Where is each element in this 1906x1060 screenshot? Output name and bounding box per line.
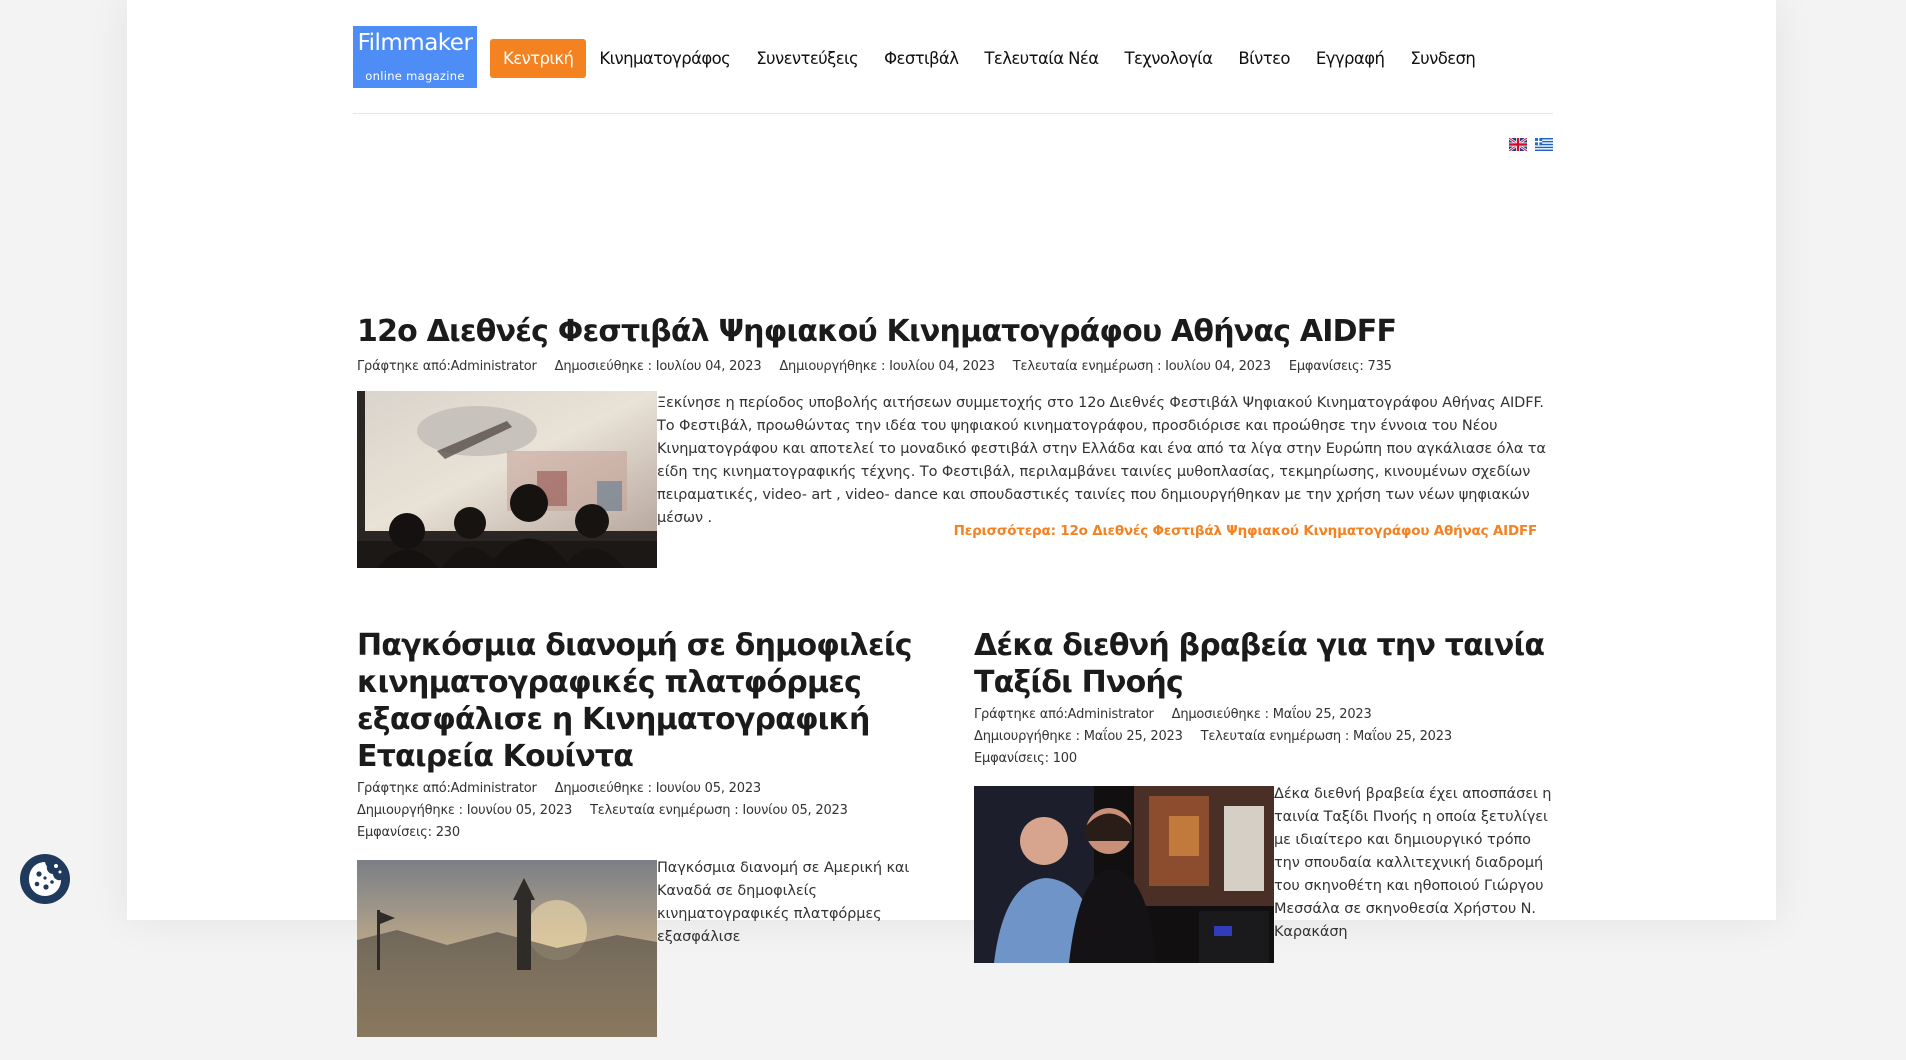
article-published: Δημοσιεύθηκε : Ιουνίου 05, 2023 [554, 781, 762, 796]
featured-article-meta: Γράφτηκε από:Administrator Δημοσιεύθηκε … [357, 356, 1553, 378]
content-container: Filmmaker online magazine Κεντρική Κινημ… [353, 0, 1553, 1037]
article-published: Δημοσιεύθηκε : Ιουλίου 04, 2023 [554, 359, 762, 374]
article-author: Γράφτηκε από:Administrator [357, 359, 537, 374]
nav-item-video[interactable]: Βίντεο [1225, 39, 1302, 78]
nav-item-technology[interactable]: Τεχνολογία [1111, 39, 1225, 78]
article-title[interactable]: Δέκα διεθνή βραβεία για την ταινία Ταξίδ… [974, 627, 1554, 701]
nav-item-interviews[interactable]: Συνεντεύξεις [743, 39, 871, 78]
nav-item-festivals[interactable]: Φεστιβάλ [871, 39, 971, 78]
article-author: Γράφτηκε από:Administrator [974, 707, 1154, 722]
article-published: Δημοσιεύθηκε : Μαΐου 25, 2023 [1171, 707, 1372, 722]
article-hits: Εμφανίσεις: 230 [357, 825, 460, 840]
logo-title: Filmmaker [357, 30, 473, 56]
article-hits: Εμφανίσεις: 100 [974, 751, 1077, 766]
language-switcher [1509, 138, 1553, 151]
nav-item-register[interactable]: Εγγραφή [1303, 39, 1397, 78]
logo-subtitle: online magazine [365, 69, 465, 83]
article-updated: Τελευταία ενημέρωση : Ιουνίου 05, 2023 [590, 803, 848, 818]
article-intro: Παγκόσμια διανομή σε Αμερική και Καναδά … [657, 860, 910, 945]
article-created: Δημιουργήθηκε : Ιουνίου 05, 2023 [357, 803, 573, 818]
article-card: Δέκα διεθνή βραβεία για την ταινία Ταξίδ… [974, 627, 1554, 986]
article-body: Παγκόσμια διανομή σε Αμερική και Καναδά … [357, 860, 937, 1060]
article-body: Δέκα διεθνή βραβεία έχει αποσπάσει η ται… [974, 786, 1554, 986]
article-updated: Τελευταία ενημέρωση : Ιουλίου 04, 2023 [1012, 359, 1271, 374]
featured-article-intro: Ξεκίνησε η περίοδος υποβολής αιτήσεων συ… [657, 395, 1546, 526]
cookie-icon [29, 862, 62, 896]
main-nav: Κεντρική Κινηματογράφος Συνεντεύξεις Φεσ… [490, 39, 1488, 78]
nav-item-latest-news[interactable]: Τελευταία Νέα [971, 39, 1111, 78]
article-author: Γράφτηκε από:Administrator [357, 781, 537, 796]
en-flag-icon[interactable] [1509, 138, 1527, 151]
article-image[interactable] [357, 860, 657, 1037]
article-updated: Τελευταία ενημέρωση : Μαΐου 25, 2023 [1200, 729, 1452, 744]
article-created: Δημιουργήθηκε : Μαΐου 25, 2023 [974, 729, 1183, 744]
site-logo[interactable]: Filmmaker online magazine [353, 26, 477, 88]
article-title[interactable]: Παγκόσμια διανομή σε δημοφιλείς κινηματο… [357, 627, 937, 775]
article-card: Παγκόσμια διανομή σε δημοφιλείς κινηματο… [357, 627, 937, 1060]
nav-item-cinema[interactable]: Κινηματογράφος [586, 39, 743, 78]
cookie-settings-button[interactable] [20, 854, 70, 904]
featured-article-title[interactable]: 12ο Διεθνές Φεστιβάλ Ψηφιακού Κινηματογρ… [357, 312, 1553, 352]
article-created: Δημιουργήθηκε : Ιουλίου 04, 2023 [779, 359, 995, 374]
featured-readmore-link[interactable]: Περισσότερα: 12ο Διεθνές Φεστιβάλ Ψηφιακ… [954, 523, 1538, 539]
featured-article-image[interactable] [357, 391, 657, 568]
nav-item-home[interactable]: Κεντρική [490, 39, 587, 78]
article-image[interactable] [974, 786, 1274, 963]
article-meta: Γράφτηκε από:Administrator Δημοσιεύθηκε … [974, 704, 1554, 770]
article-hits: Εμφανίσεις: 735 [1288, 359, 1392, 374]
page: Filmmaker online magazine Κεντρική Κινημ… [127, 0, 1776, 1037]
article-meta: Γράφτηκε από:Administrator Δημοσιεύθηκε … [357, 778, 937, 844]
featured-article: 12ο Διεθνές Φεστιβάλ Ψηφιακού Κινηματογρ… [357, 312, 1553, 568]
nav-item-login[interactable]: Συνδεση [1397, 39, 1488, 78]
el-flag-icon[interactable] [1535, 138, 1553, 151]
header-divider [353, 113, 1553, 114]
